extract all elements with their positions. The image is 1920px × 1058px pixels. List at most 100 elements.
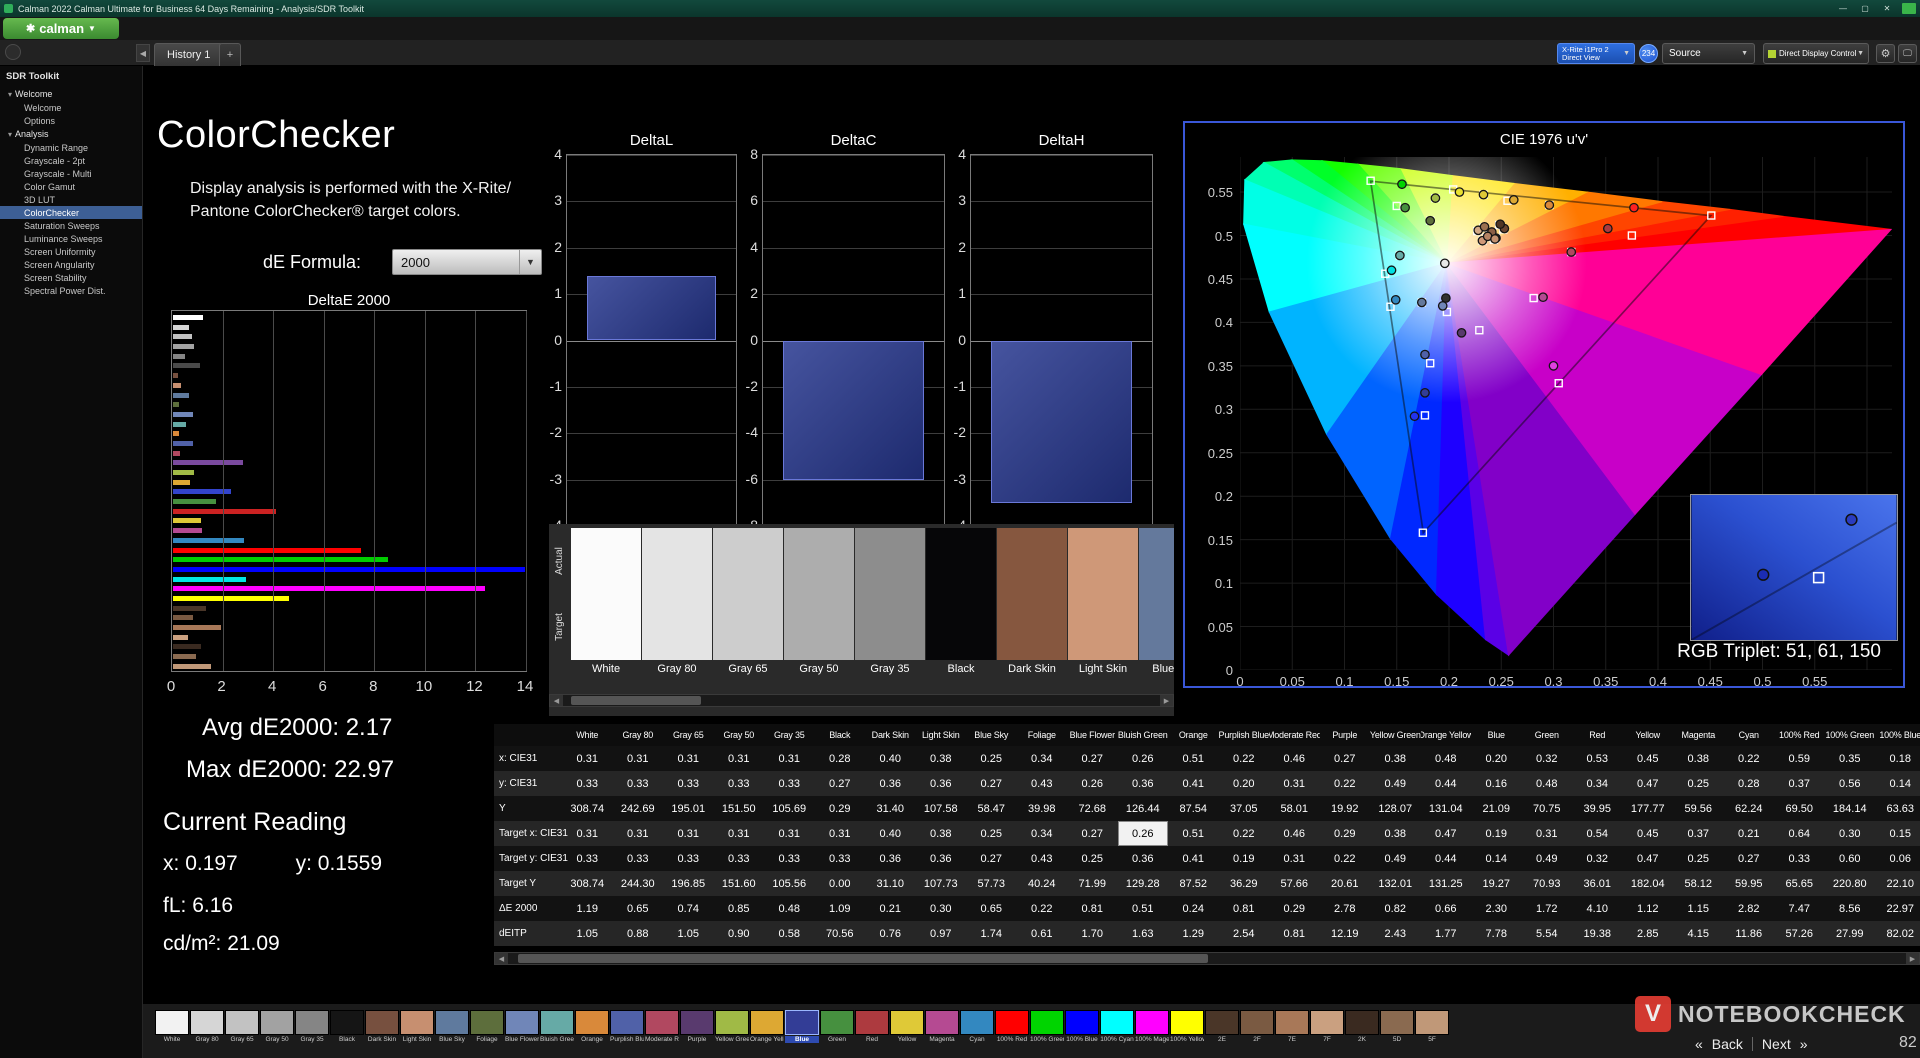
table-cell[interactable]: 57.26 xyxy=(1774,921,1825,946)
table-cell[interactable]: 0.38 xyxy=(1370,746,1421,771)
table-cell[interactable]: 0.34 xyxy=(1017,821,1068,846)
sidebar-item-luminance-sweeps[interactable]: Luminance Sweeps xyxy=(0,232,142,245)
table-cell[interactable]: 0.26 xyxy=(1067,771,1118,796)
table-cell[interactable]: 308.74 xyxy=(562,871,613,896)
table-cell[interactable]: 0.28 xyxy=(1724,771,1775,796)
table-cell[interactable]: 2.54 xyxy=(1219,921,1270,946)
strip-patch-yellow-green[interactable]: Yellow Green xyxy=(715,1010,749,1043)
settings-gear-button[interactable]: ⚙ xyxy=(1876,44,1895,63)
table-cell[interactable]: 1.05 xyxy=(663,921,714,946)
table-cell[interactable]: 0.51 xyxy=(1168,821,1219,846)
table-cell[interactable]: 0.25 xyxy=(966,821,1017,846)
table-cell[interactable]: 0.33 xyxy=(764,846,815,871)
table-cell[interactable]: 0.65 xyxy=(966,896,1017,921)
sidebar-group-welcome[interactable]: ▾ Welcome xyxy=(0,87,142,101)
strip-patch-white[interactable]: White xyxy=(155,1010,189,1043)
table-cell[interactable]: 0.25 xyxy=(966,746,1017,771)
table-cell[interactable]: 0.34 xyxy=(1572,771,1623,796)
strip-patch-7e[interactable]: 7E xyxy=(1275,1010,1309,1043)
table-cell[interactable]: 2.82 xyxy=(1724,896,1775,921)
meter-dropdown[interactable]: X-Rite i1Pro 2 Direct View ▼ xyxy=(1557,43,1635,64)
table-cell[interactable]: 0.14 xyxy=(1875,771,1920,796)
table-cell[interactable]: 5.54 xyxy=(1522,921,1573,946)
strip-patch-purplish-blue[interactable]: Purplish Blue xyxy=(610,1010,644,1043)
table-cell[interactable]: 36.01 xyxy=(1572,871,1623,896)
table-cell[interactable]: 0.25 xyxy=(1067,846,1118,871)
strip-patch-100-magenta[interactable]: 100% Magenta xyxy=(1135,1010,1169,1043)
table-cell[interactable]: 39.98 xyxy=(1017,796,1068,821)
strip-patch-light-skin[interactable]: Light Skin xyxy=(400,1010,434,1043)
table-cell[interactable]: 184.14 xyxy=(1825,796,1876,821)
table-scrollbar[interactable]: ◀ ▶ xyxy=(494,952,1920,965)
table-cell[interactable]: 0.15 xyxy=(1875,821,1920,846)
table-cell[interactable]: 58.47 xyxy=(966,796,1017,821)
table-cell[interactable]: 2.43 xyxy=(1370,921,1421,946)
table-cell[interactable]: 2.85 xyxy=(1623,921,1674,946)
table-cell[interactable]: 0.36 xyxy=(865,771,916,796)
sidebar-item-colorchecker[interactable]: ColorChecker xyxy=(0,206,142,219)
table-cell[interactable]: 0.90 xyxy=(714,921,765,946)
table-cell[interactable]: 0.47 xyxy=(1623,771,1674,796)
strip-patch-dark-skin[interactable]: Dark Skin xyxy=(365,1010,399,1043)
de-formula-dropdown[interactable]: 2000 ▼ xyxy=(392,249,542,275)
table-cell[interactable]: 0.18 xyxy=(1875,746,1920,771)
table-cell[interactable]: 0.26 xyxy=(1118,746,1169,771)
table-cell[interactable]: 31.10 xyxy=(865,871,916,896)
table-cell[interactable]: 244.30 xyxy=(613,871,664,896)
close-button[interactable]: ✕ xyxy=(1876,0,1898,17)
table-cell[interactable]: 31.40 xyxy=(865,796,916,821)
back-arrow-icon[interactable]: « xyxy=(1695,1036,1703,1052)
table-cell[interactable]: 70.93 xyxy=(1522,871,1573,896)
table-cell[interactable]: 0.29 xyxy=(815,796,866,821)
table-cell[interactable]: 0.74 xyxy=(663,896,714,921)
table-cell[interactable]: 0.64 xyxy=(1774,821,1825,846)
table-cell[interactable]: 0.60 xyxy=(1825,846,1876,871)
table-cell[interactable]: 57.66 xyxy=(1269,871,1320,896)
sidebar-item-welcome[interactable]: Welcome xyxy=(0,101,142,114)
calman-menu-button[interactable]: ✱ calman ▼ xyxy=(3,18,119,39)
table-cell[interactable]: 131.25 xyxy=(1421,871,1472,896)
table-cell[interactable]: 308.74 xyxy=(562,796,613,821)
table-cell[interactable]: 0.41 xyxy=(1168,771,1219,796)
table-cell[interactable]: 0.31 xyxy=(663,821,714,846)
display-control-dropdown[interactable]: Direct Display Control ▼ xyxy=(1763,43,1869,64)
table-cell[interactable]: 0.49 xyxy=(1370,771,1421,796)
table-cell[interactable]: 0.46 xyxy=(1269,821,1320,846)
table-cell[interactable]: 63.63 xyxy=(1875,796,1920,821)
table-cell[interactable]: 0.33 xyxy=(764,771,815,796)
table-cell[interactable]: 0.31 xyxy=(815,821,866,846)
source-dropdown[interactable]: Source ▼ xyxy=(1662,43,1755,64)
strip-patch-orange[interactable]: Orange xyxy=(575,1010,609,1043)
sidebar-item-color-gamut[interactable]: Color Gamut xyxy=(0,180,142,193)
table-cell[interactable]: 0.48 xyxy=(764,896,815,921)
table-cell[interactable]: 0.22 xyxy=(1017,896,1068,921)
table-cell[interactable]: 0.27 xyxy=(966,771,1017,796)
table-cell[interactable]: 0.33 xyxy=(1774,846,1825,871)
table-cell[interactable]: 0.49 xyxy=(1370,846,1421,871)
table-cell[interactable]: 0.40 xyxy=(865,821,916,846)
table-cell[interactable]: 0.31 xyxy=(1269,846,1320,871)
table-cell[interactable]: 0.44 xyxy=(1421,771,1472,796)
table-cell[interactable]: 132.01 xyxy=(1370,871,1421,896)
table-cell[interactable]: 0.59 xyxy=(1774,746,1825,771)
strip-patch-gray-80[interactable]: Gray 80 xyxy=(190,1010,224,1043)
table-cell[interactable]: 151.50 xyxy=(714,796,765,821)
sidebar-item-grayscale-2pt[interactable]: Grayscale - 2pt xyxy=(0,154,142,167)
patch-row-scrollbar[interactable]: ◀ ▶ xyxy=(549,694,1174,707)
table-cell[interactable]: 1.70 xyxy=(1067,921,1118,946)
meter-status-badge[interactable]: 234 xyxy=(1639,44,1658,63)
table-cell[interactable]: 21.09 xyxy=(1471,796,1522,821)
table-cell[interactable]: 0.38 xyxy=(1370,821,1421,846)
table-cell[interactable]: 20.61 xyxy=(1320,871,1371,896)
table-cell[interactable]: 0.81 xyxy=(1067,896,1118,921)
table-cell[interactable]: 36.29 xyxy=(1219,871,1270,896)
table-cell[interactable]: 2.30 xyxy=(1471,896,1522,921)
table-cell[interactable]: 58.01 xyxy=(1269,796,1320,821)
table-cell[interactable]: 0.33 xyxy=(714,771,765,796)
table-cell[interactable]: 0.56 xyxy=(1825,771,1876,796)
table-cell[interactable]: 0.24 xyxy=(1168,896,1219,921)
scrollbar-thumb[interactable] xyxy=(518,954,1208,963)
table-cell[interactable]: 0.36 xyxy=(916,846,967,871)
sidebar-item-screen-angularity[interactable]: Screen Angularity xyxy=(0,258,142,271)
strip-patch-gray-35[interactable]: Gray 35 xyxy=(295,1010,329,1043)
